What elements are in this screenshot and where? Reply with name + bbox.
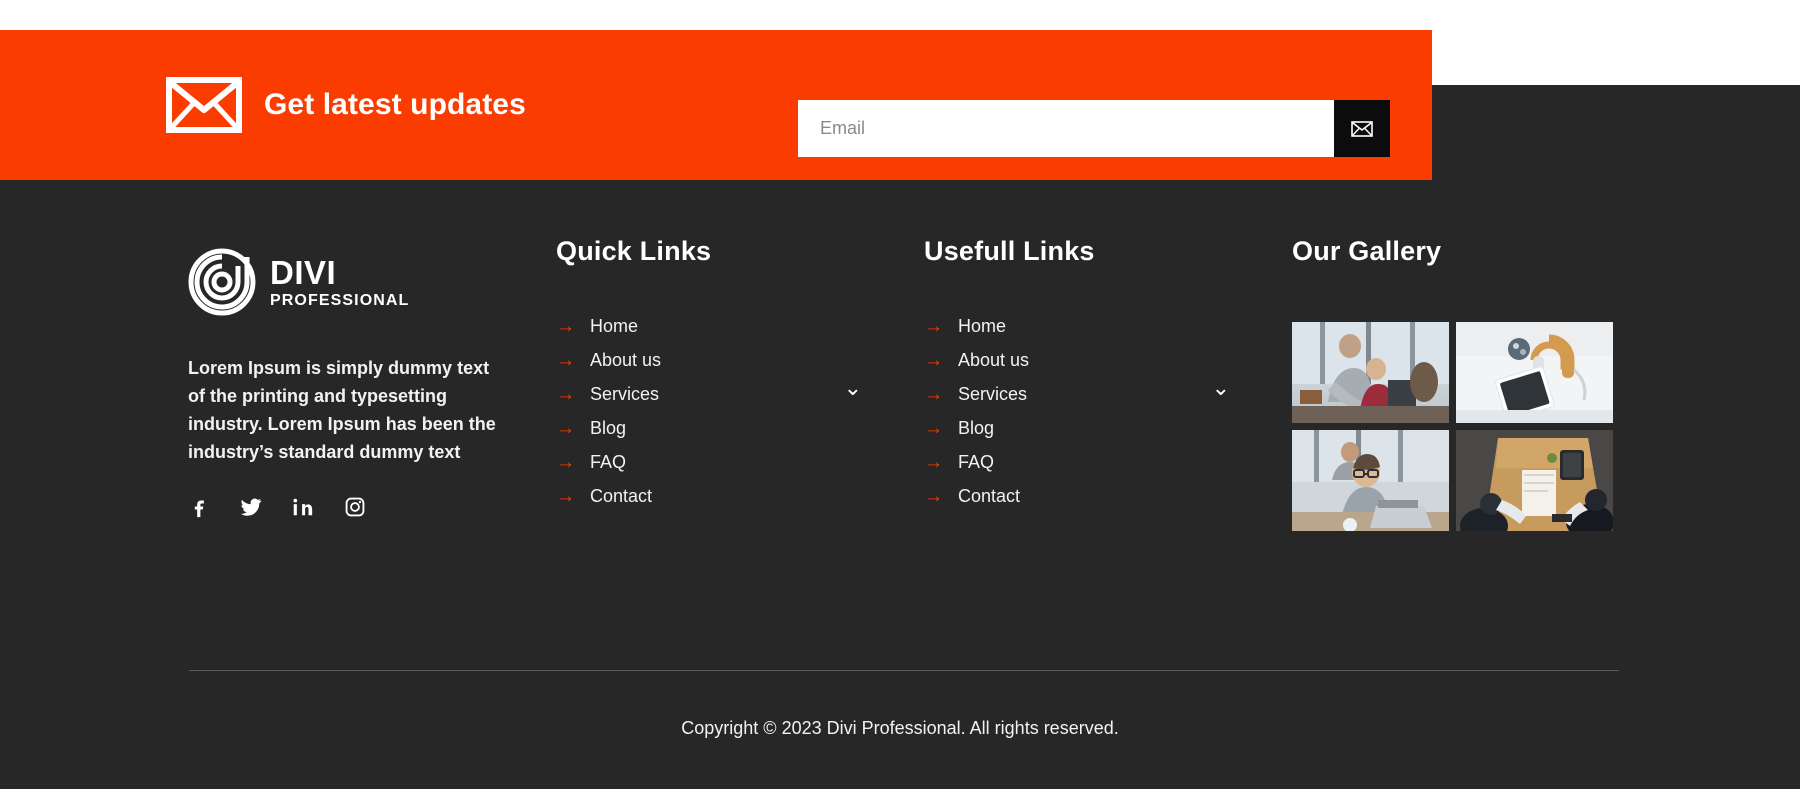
linkedin-icon[interactable] [292, 496, 314, 523]
gallery-thumb-4[interactable] [1456, 430, 1613, 531]
useful-link-contact[interactable]: → Contact [924, 479, 1244, 513]
brand-name-primary: DIVI [270, 253, 337, 291]
quick-links-list: → Home → About us → Services ⌄ → Blog → … [556, 309, 924, 513]
facebook-icon[interactable] [188, 496, 210, 523]
arrow-right-icon: → [924, 349, 943, 371]
gallery-thumb-2[interactable] [1456, 322, 1613, 423]
arrow-right-icon: → [924, 417, 943, 439]
brand-name-secondary: PROFESSIONAL [270, 291, 410, 309]
arrow-right-icon: → [924, 315, 943, 337]
arrow-right-icon: → [924, 485, 943, 507]
brand-description: Lorem Ipsum is simply dummy text of the … [188, 358, 496, 462]
gallery-grid [1292, 322, 1613, 531]
newsletter-heading: Get latest updates [264, 88, 526, 121]
quick-link-services[interactable]: → Services ⌄ [556, 377, 876, 411]
instagram-icon[interactable] [344, 496, 366, 523]
link-label: Home [958, 315, 1007, 336]
arrow-right-icon: → [556, 349, 575, 371]
link-label: Home [590, 315, 639, 336]
brand-wordmark: DIVI PROFESSIONAL [270, 256, 409, 309]
useful-link-about-us[interactable]: → About us [924, 343, 1244, 377]
quick-link-home[interactable]: → Home [556, 309, 876, 343]
quick-link-faq[interactable]: → FAQ [556, 445, 876, 479]
quick-link-about-us[interactable]: → About us [556, 343, 876, 377]
link-label: FAQ [958, 451, 995, 472]
footer-column-quick-links: Quick Links → Home → About us → Services… [556, 236, 924, 531]
useful-link-home[interactable]: → Home [924, 309, 1244, 343]
footer-column-gallery: Our Gallery [1292, 236, 1622, 531]
quick-link-blog[interactable]: → Blog [556, 411, 876, 445]
newsletter-heading-group: Get latest updates [166, 77, 526, 133]
useful-link-blog[interactable]: → Blog [924, 411, 1244, 445]
useful-links-title: Usefull Links [924, 236, 1095, 266]
chevron-down-icon[interactable]: ⌄ [844, 377, 862, 399]
footer-column-brand: DIVI PROFESSIONAL Lorem Ipsum is simply … [188, 236, 556, 531]
link-label: About us [958, 349, 1030, 370]
gallery-thumb-1[interactable] [1292, 322, 1449, 423]
envelope-send-icon [1351, 120, 1373, 137]
arrow-right-icon: → [556, 383, 575, 405]
link-label: Blog [590, 417, 627, 438]
arrow-right-icon: → [924, 451, 943, 473]
footer-column-useful-links: Usefull Links → Home → About us → Servic… [924, 236, 1292, 531]
brand-logo[interactable]: DIVI PROFESSIONAL [188, 248, 556, 316]
useful-link-services[interactable]: → Services ⌄ [924, 377, 1244, 411]
envelope-icon [166, 77, 242, 133]
quick-link-contact[interactable]: → Contact [556, 479, 876, 513]
arrow-right-icon: → [556, 485, 575, 507]
footer-columns: DIVI PROFESSIONAL Lorem Ipsum is simply … [0, 236, 1800, 531]
newsletter-submit-button[interactable] [1334, 100, 1390, 157]
link-label: About us [590, 349, 662, 370]
link-label: Services [590, 383, 660, 404]
twitter-icon[interactable] [240, 496, 262, 523]
social-links [188, 496, 556, 523]
arrow-right-icon: → [924, 383, 943, 405]
arrow-right-icon: → [556, 315, 575, 337]
arrow-right-icon: → [556, 451, 575, 473]
footer-page: Get latest updates Email DIVI PROFESSION… [0, 0, 1800, 789]
email-input[interactable] [798, 100, 1334, 157]
useful-link-faq[interactable]: → FAQ [924, 445, 1244, 479]
footer-divider [189, 670, 1619, 671]
divi-spiral-logo-icon [188, 248, 256, 316]
quick-links-title: Quick Links [556, 236, 712, 266]
gallery-title: Our Gallery [1292, 236, 1442, 266]
arrow-right-icon: → [556, 417, 575, 439]
link-label: Contact [590, 485, 653, 506]
chevron-down-icon[interactable]: ⌄ [1212, 377, 1230, 399]
link-label: FAQ [590, 451, 627, 472]
link-label: Blog [958, 417, 995, 438]
link-label: Contact [958, 485, 1021, 506]
link-label: Services [958, 383, 1028, 404]
copyright-text: Copyright © 2023 Divi Professional. All … [681, 718, 1119, 738]
useful-links-list: → Home → About us → Services ⌄ → Blog → … [924, 309, 1292, 513]
gallery-thumb-3[interactable] [1292, 430, 1449, 531]
newsletter-banner: Get latest updates [0, 30, 1432, 180]
newsletter-form [798, 100, 1390, 157]
